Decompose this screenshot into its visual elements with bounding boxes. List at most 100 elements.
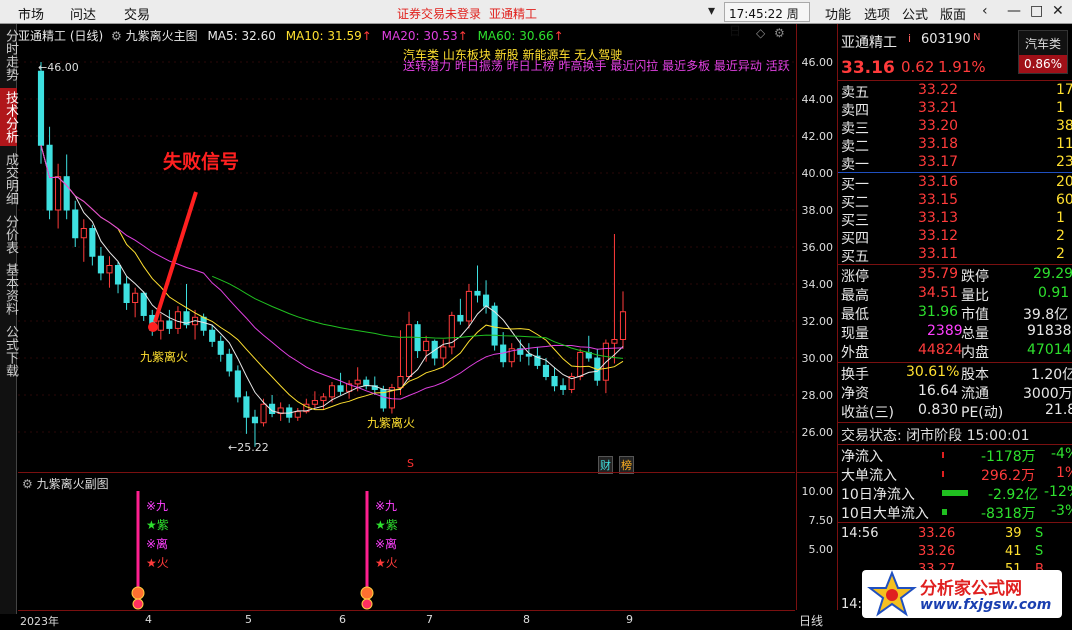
candle-body bbox=[200, 316, 207, 331]
menu-layout[interactable]: 版面 bbox=[940, 4, 966, 23]
quote-panel: 亚通精工 i 603190 N 汽车类 0.86% 33.16 0.62 1.9… bbox=[838, 24, 1072, 630]
ma5-line bbox=[40, 145, 624, 414]
tab-intraday[interactable]: 分时走势 bbox=[0, 26, 18, 84]
candle-body bbox=[551, 376, 558, 387]
stat-row: 最低 31.96 市值 39.8亿 bbox=[841, 304, 1069, 323]
stat-row: 最高 34.51 量比 0.91 bbox=[841, 285, 1070, 304]
price-tick: 42.00 bbox=[801, 130, 834, 143]
candle-body bbox=[174, 311, 182, 329]
candle-body bbox=[166, 320, 173, 329]
sub-chart[interactable]: ⚙ 九紫离火副图 ※九 ★紫 ※离 ★火 ※九 ★紫 ※离 ★火 bbox=[18, 472, 795, 610]
candle-body bbox=[354, 379, 361, 385]
tab-transactions[interactable]: 成交明细 bbox=[0, 150, 18, 208]
date-axis: 2023年 4 5 6 7 8 9 bbox=[18, 610, 795, 630]
candle-body bbox=[320, 396, 327, 402]
star-logo-icon bbox=[867, 570, 917, 617]
tab-fundamentals[interactable]: 基本资料 bbox=[0, 260, 18, 318]
tab-price-table[interactable]: 分价表 bbox=[0, 212, 18, 256]
formula-name[interactable]: 九紫离火主图 bbox=[126, 29, 198, 43]
candle-body bbox=[80, 228, 87, 239]
candle-body bbox=[328, 385, 336, 398]
dropdown-icon[interactable]: ▾ bbox=[708, 3, 715, 19]
menu-wenda[interactable]: 问达 bbox=[70, 4, 96, 23]
price-change: 0.62 bbox=[901, 58, 935, 76]
stat-row: 净资 16.64 流通 3000万 bbox=[841, 383, 1072, 402]
ask-row[interactable]: 卖四 33.21 1 bbox=[841, 100, 1071, 119]
stat-row: 外盘 44824 内盘 47014 bbox=[841, 342, 1072, 361]
candle-body bbox=[72, 209, 79, 239]
minimize-icon[interactable]: — bbox=[1007, 3, 1021, 19]
trade-status: 交易状态: 闭市阶段 15:00:01 bbox=[841, 428, 1030, 444]
ma5-value: MA5: 32.60 bbox=[207, 29, 276, 43]
tab-formula-download[interactable]: 公式下载 bbox=[0, 322, 18, 380]
low-marker: ←25.22 bbox=[228, 441, 269, 454]
diamond-icon[interactable]: ◇ bbox=[756, 26, 765, 40]
candle-body bbox=[474, 290, 481, 296]
candle-body bbox=[465, 290, 473, 322]
bid-row[interactable]: 买二 33.15 60 bbox=[841, 192, 1072, 211]
menu-function[interactable]: 功能 bbox=[825, 4, 851, 23]
candle-body bbox=[560, 385, 567, 390]
ask-row[interactable]: 卖一 33.17 23 bbox=[841, 154, 1072, 173]
news-tags[interactable]: 送转潜力 昨日振荡 昨日上榜 昨高换手 最近闪拉 最近多板 最近异动 活跃 bbox=[403, 57, 793, 74]
candle-body bbox=[226, 353, 233, 372]
ask-row[interactable]: 卖五 33.22 17 bbox=[841, 82, 1072, 101]
bid-row[interactable]: 买三 33.13 1 bbox=[841, 210, 1071, 229]
options-icon[interactable]: ⚙ bbox=[774, 26, 785, 40]
candle-body bbox=[337, 385, 344, 392]
tick-row: 14:56 33.26 39 S bbox=[841, 526, 1044, 541]
s-marker[interactable]: S bbox=[407, 457, 414, 470]
flow-row[interactable]: 10日大单流入-8318万-3% bbox=[841, 503, 1072, 522]
flow-row[interactable]: 净流入-1178万-4% bbox=[841, 446, 1072, 465]
close-icon[interactable]: ✕ bbox=[1052, 3, 1064, 19]
candle-body bbox=[311, 400, 318, 405]
login-status[interactable]: 证券交易未登录 bbox=[397, 5, 481, 22]
ask-row[interactable]: 卖三 33.20 38 bbox=[841, 118, 1072, 137]
flow-row[interactable]: 10日净流入-2.92亿-12% bbox=[841, 484, 1072, 503]
candle-body bbox=[397, 376, 404, 389]
candle-body bbox=[114, 265, 122, 285]
chart-header: 亚通精工 (日线) ⚙ 九紫离火主图 MA5: 32.60 MA10: 31.5… bbox=[18, 27, 564, 44]
up-arrow-icon: ↑ bbox=[361, 29, 372, 43]
last-price: 33.16 bbox=[841, 58, 895, 78]
logo-url: www.fxjgsw.com bbox=[920, 597, 1052, 613]
back-icon[interactable]: ‹ bbox=[982, 3, 988, 19]
stock-code: 603190 bbox=[921, 32, 971, 47]
bid-row[interactable]: 买一 33.16 20 bbox=[841, 174, 1072, 193]
high-marker: ←46.00 bbox=[38, 61, 79, 74]
flow-row[interactable]: 大单流入296.2万1% bbox=[841, 465, 1072, 484]
divider bbox=[838, 172, 1072, 173]
candle-body bbox=[63, 176, 70, 211]
candle-body bbox=[89, 228, 96, 257]
gem-icon bbox=[361, 598, 373, 610]
candle-body bbox=[209, 329, 216, 342]
bid-row[interactable]: 买五 33.11 2 bbox=[841, 246, 1071, 265]
info-icon[interactable]: i bbox=[908, 32, 911, 45]
tab-technical[interactable]: 技术分析 bbox=[0, 88, 18, 146]
ma60-value: MA60: 30.66 bbox=[477, 29, 554, 43]
divider bbox=[838, 422, 1072, 423]
candle-body bbox=[106, 265, 113, 274]
menu-options[interactable]: 选项 bbox=[864, 4, 890, 23]
settings-icon[interactable]: ⚙ bbox=[111, 29, 122, 43]
divider bbox=[838, 264, 1072, 265]
signal-point bbox=[148, 322, 158, 332]
candle-body bbox=[140, 292, 147, 316]
stat-row: 现量 2389 总量 91838 bbox=[841, 323, 1072, 342]
bid-row[interactable]: 买四 33.12 2 bbox=[841, 228, 1071, 247]
candle-body bbox=[294, 411, 301, 418]
candle-body bbox=[234, 370, 241, 398]
failure-signal-annotation: 失败信号 bbox=[163, 151, 240, 173]
ask-row[interactable]: 卖二 33.18 11 bbox=[841, 136, 1072, 155]
main-chart[interactable]: 亚通精工 (日线) ⚙ 九紫离火主图 MA5: 32.60 MA10: 31.5… bbox=[18, 24, 795, 474]
date-label: 7 bbox=[426, 613, 433, 626]
menu-market[interactable]: 市场 bbox=[18, 4, 44, 23]
candlestick-chart[interactable] bbox=[18, 24, 795, 472]
candle-body bbox=[132, 292, 139, 303]
period-selector[interactable]: 日线 bbox=[799, 612, 823, 629]
menu-trade[interactable]: 交易 bbox=[124, 4, 150, 23]
menu-formula[interactable]: 公式 bbox=[902, 4, 928, 23]
price-tick: 38.00 bbox=[801, 204, 834, 217]
maximize-icon[interactable]: □ bbox=[1030, 3, 1043, 19]
candle-body bbox=[611, 339, 618, 344]
